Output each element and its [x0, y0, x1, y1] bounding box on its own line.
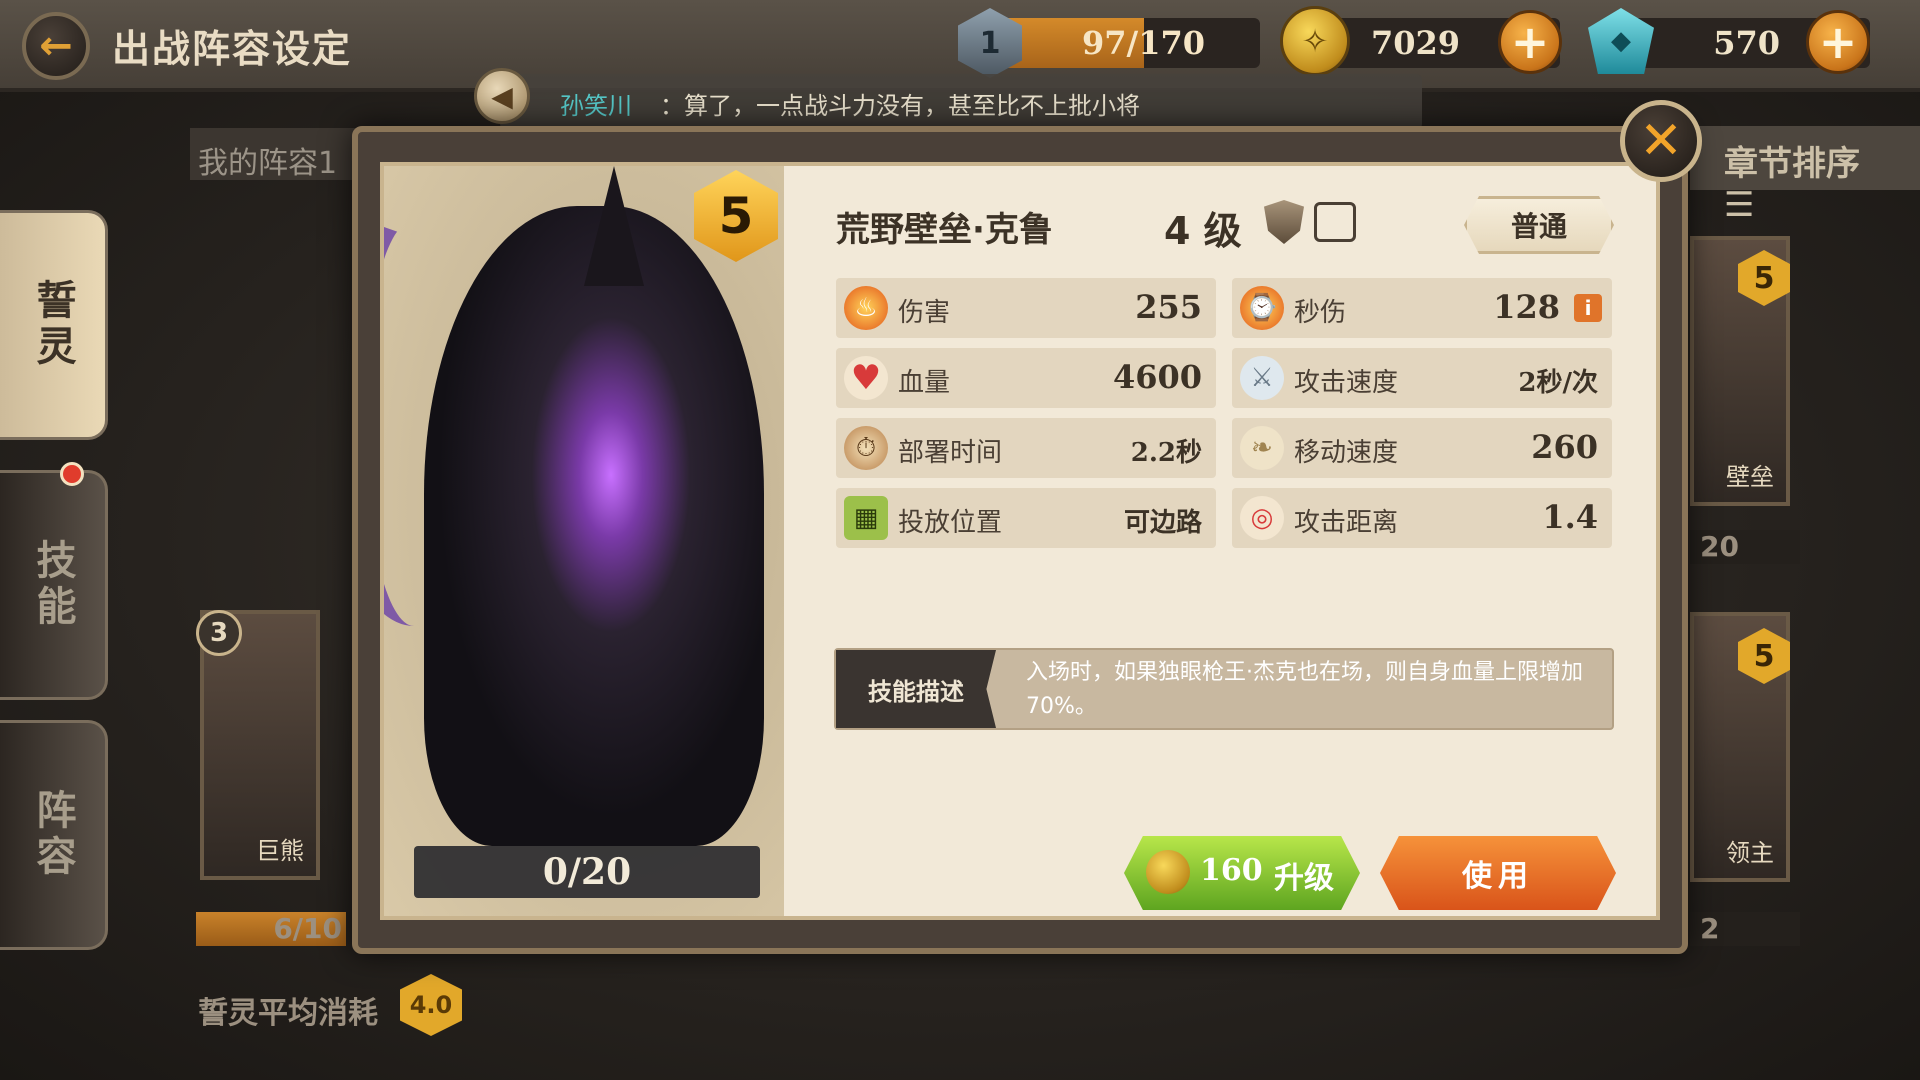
use-button[interactable]: 使用 — [1380, 836, 1616, 910]
notification-dot — [60, 462, 84, 486]
sword-icon: ⚔ — [1240, 356, 1284, 400]
dialog-body: 5 0/20 荒野壁垒·克鲁 4 级 普通 ♨ 伤害 255 ⌚ 秒伤 128 … — [380, 162, 1660, 920]
hero-detail-dialog: 5 0/20 荒野壁垒·克鲁 4 级 普通 ♨ 伤害 255 ⌚ 秒伤 128 … — [352, 126, 1688, 954]
stat-label: 投放位置 — [898, 508, 1003, 538]
hero-level: 4 级 — [1164, 209, 1242, 253]
stopwatch-icon: ⏱ — [844, 426, 888, 470]
armored-knight-shape — [424, 206, 764, 846]
screen: ← 出战阵容设定 97/170 1 7029 ✧ + 570 ◆ + 孙笑川 ：… — [0, 0, 1920, 1080]
stat-label: 攻击速度 — [1294, 368, 1399, 398]
add-gold-button[interactable]: + — [1498, 10, 1562, 74]
skill-text: 入场时，如果独眼枪王·杰克也在场，则自身血量上限增加70%。 — [1026, 660, 1583, 719]
sidebar-item-lineup[interactable]: 阵容 — [0, 720, 108, 950]
gold-coin-icon — [1146, 850, 1190, 894]
card-progress-bar: 6/10 — [196, 912, 346, 946]
stat-value: 4600 — [1112, 358, 1202, 396]
stat-attack-speed: ⚔ 攻击速度 2秒/次 — [1232, 348, 1612, 408]
chapter-sort-button[interactable]: 章节排序 ☰ — [1690, 126, 1920, 225]
fragment-count: 0/20 — [414, 846, 760, 898]
rarity-badge: 普通 — [1464, 196, 1614, 254]
hero-rank-badge: 5 — [694, 170, 778, 262]
gem-value: 570 — [1713, 24, 1780, 62]
burn-clock-icon: ⌚ — [1240, 286, 1284, 330]
card-progress: 20 — [1700, 530, 1739, 563]
stat-value: 255 — [1135, 288, 1202, 326]
upgrade-label: 升级 — [1274, 861, 1334, 896]
stat-attack-range: ◎ 攻击距离 1.4 — [1232, 488, 1612, 548]
close-button[interactable]: ✕ — [1620, 100, 1702, 182]
card-progress-bar: 20 — [1690, 530, 1800, 564]
stat-damage: ♨ 伤害 255 — [836, 278, 1216, 338]
lineup-tab[interactable]: 我的阵容1 — [190, 128, 370, 181]
stat-label: 移动速度 — [1294, 438, 1399, 468]
fire-icon: ♨ — [844, 286, 888, 330]
world-chat-banner[interactable]: 孙笑川 ：算了，一点战斗力没有，甚至比不上批小将 — [500, 74, 1422, 130]
gold-coin-icon: ✧ — [1280, 6, 1350, 76]
card-name: 壁垒 — [1726, 463, 1774, 491]
stat-hp: ♥ 血量 4600 — [836, 348, 1216, 408]
stat-value: 可边路 — [1123, 508, 1202, 538]
close-icon: ✕ — [1639, 111, 1683, 171]
sidebar: 誓灵 技能 阵容 — [0, 100, 110, 1080]
stat-label: 伤害 — [898, 298, 951, 328]
shield-icon[interactable] — [1264, 200, 1304, 244]
skill-label: 技能描述 — [836, 650, 996, 728]
stat-move-speed: ❧ 移动速度 260 — [1232, 418, 1612, 478]
stat-value: 1.4 — [1542, 498, 1598, 536]
speaker-icon[interactable]: ◀ — [474, 68, 530, 124]
stat-label: 攻击距离 — [1294, 508, 1399, 538]
upgrade-button[interactable]: 160 升级 — [1124, 836, 1360, 910]
arrow-left-icon: ← — [39, 23, 73, 69]
skill-description-box: 技能描述 入场时，如果独眼枪王·杰克也在场，则自身血量上限增加70%。 — [834, 648, 1614, 730]
card-level: 3 — [196, 610, 242, 656]
card-progress: 2 — [1700, 912, 1720, 945]
back-button[interactable]: ← — [22, 12, 90, 80]
average-cost-value: 4.0 — [400, 974, 462, 1036]
card-progress-bar: 2 — [1690, 912, 1800, 946]
stat-label: 部署时间 — [898, 438, 1003, 468]
info-icon[interactable]: i — [1574, 294, 1602, 322]
page-title: 出战阵容设定 — [112, 27, 353, 71]
energy-value: 97/170 — [1081, 24, 1205, 62]
stat-value: 2秒/次 — [1518, 368, 1598, 398]
stat-value: 2.2秒 — [1130, 438, 1202, 468]
stat-deploy-time: ⏱ 部署时间 2.2秒 — [836, 418, 1216, 478]
target-icon: ◎ — [1240, 496, 1284, 540]
card-name: 领主 — [1726, 839, 1774, 867]
heart-icon: ♥ — [844, 356, 888, 400]
average-cost-label: 誓灵平均消耗 — [198, 996, 378, 1031]
add-gem-button[interactable]: + — [1806, 10, 1870, 74]
gold-value: 7029 — [1370, 24, 1460, 62]
chat-sender-name: 孙笑川 — [560, 92, 632, 120]
hero-portrait: 5 0/20 — [384, 166, 784, 916]
stat-dps: ⌚ 秒伤 128 i — [1232, 278, 1612, 338]
stat-deploy-position: ▦ 投放位置 可边路 — [836, 488, 1216, 548]
stat-value: 128 — [1493, 288, 1560, 326]
stat-label: 秒伤 — [1294, 298, 1347, 328]
upgrade-cost: 160 — [1200, 853, 1263, 888]
card-name: 巨熊 — [256, 837, 304, 865]
wing-icon: ❧ — [1240, 426, 1284, 470]
stat-label: 血量 — [898, 368, 951, 398]
chat-message: ：算了，一点战斗力没有，甚至比不上批小将 — [660, 92, 1140, 120]
sidebar-item-skills[interactable]: 技能 — [0, 470, 108, 700]
scroll-search-icon[interactable] — [1314, 202, 1356, 242]
stat-value: 260 — [1531, 428, 1598, 466]
map-icon: ▦ — [844, 496, 888, 540]
sidebar-item-spirits[interactable]: 誓灵 — [0, 210, 108, 440]
card-progress: 6/10 — [273, 912, 342, 945]
energy-bar: 97/170 — [990, 18, 1260, 68]
hero-name: 荒野壁垒·克鲁 — [836, 210, 1053, 250]
